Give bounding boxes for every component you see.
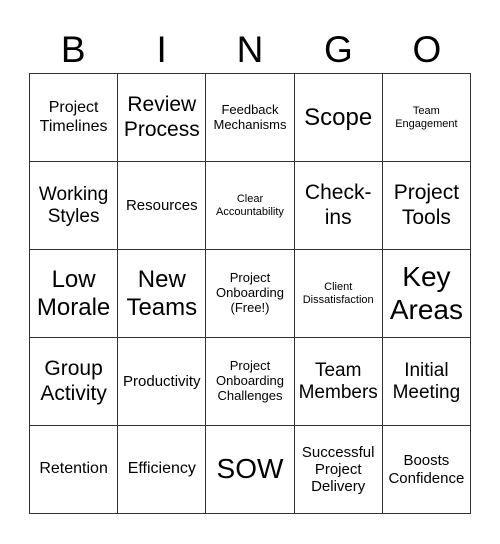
- bingo-cell-text: Project Onboarding Challenges: [216, 358, 284, 403]
- header-letter-n: N: [236, 29, 264, 70]
- bingo-cell-text: Working Styles: [38, 183, 109, 227]
- header-letter-b: B: [60, 29, 86, 70]
- bingo-cell[interactable]: Check- ins: [294, 162, 383, 250]
- bingo-cell[interactable]: Project Onboarding Challenges: [206, 338, 295, 426]
- bingo-cell-text: SOW: [216, 453, 284, 485]
- bingo-cell[interactable]: Key Areas: [382, 250, 471, 338]
- bingo-cell-text: Resources: [125, 196, 198, 214]
- bingo-cell[interactable]: Group Activity: [30, 338, 119, 426]
- bingo-cell[interactable]: Initial Meeting: [382, 338, 471, 426]
- bingo-cell[interactable]: Successful Project Delivery: [294, 426, 383, 514]
- bingo-cell[interactable]: Working Styles: [30, 162, 119, 250]
- bingo-header: B I N G O: [29, 28, 471, 72]
- bingo-cell-text: Check- ins: [304, 181, 372, 229]
- bingo-cell[interactable]: SOW: [206, 426, 295, 514]
- bingo-cell-text: Team Members: [298, 359, 378, 403]
- bingo-cell[interactable]: Team Engagement: [382, 74, 471, 162]
- bingo-cell-text: New Teams: [126, 265, 198, 321]
- bingo-cell-text: Group Activity: [40, 357, 107, 405]
- bingo-cell[interactable]: Client Dissatisfaction: [294, 250, 383, 338]
- bingo-cell[interactable]: Productivity: [118, 338, 207, 426]
- bingo-cell[interactable]: Feedback Mechanisms: [206, 74, 295, 162]
- bingo-cell[interactable]: Project Tools: [382, 162, 471, 250]
- bingo-cell[interactable]: Project Timelines: [30, 74, 119, 162]
- bingo-cell-text: Key Areas: [389, 261, 463, 325]
- bingo-cell[interactable]: Low Morale: [30, 250, 119, 338]
- bingo-cell-text: Review Process: [123, 93, 200, 141]
- bingo-cell-text: Team Engagement: [395, 104, 458, 130]
- bingo-cell[interactable]: Retention: [30, 426, 119, 514]
- bingo-cell-text: Clear Accountability: [216, 192, 284, 218]
- bingo-cell-text: Client Dissatisfaction: [302, 280, 374, 306]
- bingo-cell-text: Initial Meeting: [392, 359, 461, 403]
- header-letter-i: I: [156, 29, 167, 70]
- bingo-cell-text: Project Onboarding (Free!): [216, 270, 284, 315]
- bingo-cell[interactable]: Boosts Confidence: [382, 426, 471, 514]
- bingo-cell[interactable]: Project Onboarding (Free!): [206, 250, 295, 338]
- bingo-cell-text: Feedback Mechanisms: [213, 101, 287, 132]
- bingo-cell-text: Scope: [304, 103, 373, 131]
- bingo-cell[interactable]: Clear Accountability: [206, 162, 295, 250]
- bingo-grid: Project Timelines Review Process Feedback …: [29, 73, 471, 514]
- bingo-cell-text: Retention: [39, 460, 108, 478]
- header-letter-o: O: [412, 29, 442, 70]
- bingo-cell[interactable]: Resources: [118, 162, 207, 250]
- bingo-cell-text: Boosts Confidence: [388, 452, 465, 487]
- bingo-cell-text: Project Tools: [393, 181, 460, 229]
- bingo-cell[interactable]: Scope: [294, 74, 383, 162]
- bingo-cell-text: Project Timelines: [39, 99, 108, 135]
- header-letter-g: G: [324, 29, 353, 70]
- bingo-cell-text: Low Morale: [36, 265, 111, 321]
- bingo-cell[interactable]: Review Process: [118, 74, 207, 162]
- bingo-cell-text: Productivity: [123, 372, 201, 390]
- bingo-cell-text: Successful Project Delivery: [301, 443, 375, 496]
- bingo-cell-text: Efficiency: [127, 460, 196, 478]
- bingo-cell[interactable]: New Teams: [118, 250, 207, 338]
- bingo-cell[interactable]: Efficiency: [118, 426, 207, 514]
- bingo-cell[interactable]: Team Members: [294, 338, 383, 426]
